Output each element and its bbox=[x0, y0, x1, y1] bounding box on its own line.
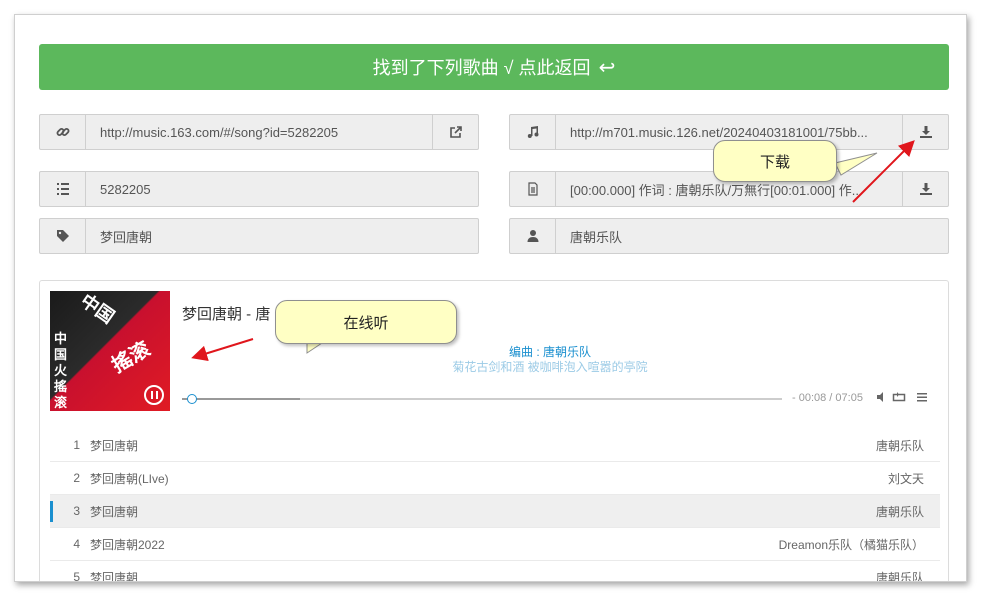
reply-arrow-icon: ↩ bbox=[598, 56, 616, 79]
song-title-value[interactable]: 梦回唐朝 bbox=[86, 219, 478, 253]
player-song-title: 梦回唐朝 - 唐 bbox=[182, 306, 271, 323]
track-name: 梦回唐朝(LIve) bbox=[90, 471, 169, 486]
track-artist: 唐朝乐队 bbox=[875, 504, 924, 519]
volume-icon[interactable] bbox=[876, 391, 888, 406]
back-button[interactable]: 找到了下列歌曲 √ 点此返回 ↩ bbox=[39, 44, 949, 90]
progress-thumb[interactable] bbox=[187, 394, 197, 404]
playlist: 1 梦回唐朝 唐朝乐队 2 梦回唐朝(LIve) 刘文天 3 梦回唐朝 唐朝乐队… bbox=[50, 429, 940, 582]
listen-callout-text: 在线听 bbox=[343, 314, 389, 332]
track-number: 3 bbox=[73, 504, 80, 518]
track-number: 1 bbox=[73, 438, 80, 452]
list-icon bbox=[40, 172, 86, 206]
playlist-row[interactable]: 4 梦回唐朝2022 Dreamon乐队（橘猫乐队） bbox=[50, 528, 940, 561]
tag-icon bbox=[40, 219, 86, 253]
playlist-row[interactable]: 1 梦回唐朝 唐朝乐队 bbox=[50, 429, 940, 462]
screenshot-frame: 找到了下列歌曲 √ 点此返回 ↩ http://music.163.com/#/… bbox=[14, 14, 967, 582]
track-name: 梦回唐朝 bbox=[90, 570, 139, 582]
external-link-icon[interactable] bbox=[432, 115, 478, 149]
song-id-field: 5282205 bbox=[39, 171, 479, 207]
link-icon bbox=[40, 115, 86, 149]
track-number: 4 bbox=[73, 537, 80, 551]
music-note-icon bbox=[510, 115, 556, 149]
music-player: 中国 中国火搖滚 搖滚 梦回唐朝 - 唐 编曲 : 唐朝乐队 菊花古剑和酒 被咖… bbox=[39, 280, 949, 582]
download-icon[interactable] bbox=[902, 115, 948, 149]
track-name: 梦回唐朝 bbox=[90, 438, 139, 453]
progress-bar[interactable] bbox=[182, 394, 782, 404]
download-callout-text: 下载 bbox=[759, 153, 790, 171]
song-id-value[interactable]: 5282205 bbox=[86, 172, 478, 206]
song-link-value[interactable]: http://music.163.com/#/song?id=5282205 bbox=[86, 115, 432, 149]
file-text-icon bbox=[510, 172, 556, 206]
user-icon bbox=[510, 219, 556, 253]
download-callout: 下载 bbox=[713, 140, 837, 182]
listen-callout: 在线听 bbox=[275, 300, 457, 344]
artist-field: 唐朝乐队 bbox=[509, 218, 949, 254]
track-artist: 刘文天 bbox=[887, 471, 924, 486]
track-number: 5 bbox=[73, 570, 80, 582]
track-artist: 唐朝乐队 bbox=[875, 570, 924, 582]
time-display: - 00:08 / 07:05 bbox=[792, 392, 863, 404]
playlist-row-active[interactable]: 3 梦回唐朝 唐朝乐队 bbox=[50, 495, 940, 528]
menu-icon[interactable] bbox=[916, 391, 928, 406]
back-label: 找到了下列歌曲 √ 点此返回 bbox=[372, 58, 591, 78]
track-name: 梦回唐朝 bbox=[90, 504, 139, 519]
track-name: 梦回唐朝2022 bbox=[90, 537, 165, 552]
download-icon[interactable] bbox=[902, 172, 948, 206]
artist-value[interactable]: 唐朝乐队 bbox=[556, 219, 948, 253]
track-artist: 唐朝乐队 bbox=[875, 438, 924, 453]
song-title-field: 梦回唐朝 bbox=[39, 218, 479, 254]
loop-icon[interactable] bbox=[892, 391, 906, 406]
playlist-row[interactable]: 5 梦回唐朝 唐朝乐队 bbox=[50, 561, 940, 582]
lyric-next-line: 菊花古剑和酒 被咖啡泡入喧嚣的亭院 bbox=[452, 360, 648, 374]
progress-loaded bbox=[182, 398, 300, 400]
song-link-field: http://music.163.com/#/song?id=5282205 bbox=[39, 114, 479, 150]
track-artist: Dreamon乐队（橘猫乐队） bbox=[778, 537, 924, 552]
track-number: 2 bbox=[73, 471, 80, 485]
pause-icon[interactable] bbox=[144, 385, 164, 405]
cover-text-top: 中国 bbox=[76, 291, 118, 328]
playlist-row[interactable]: 2 梦回唐朝(LIve) 刘文天 bbox=[50, 462, 940, 495]
